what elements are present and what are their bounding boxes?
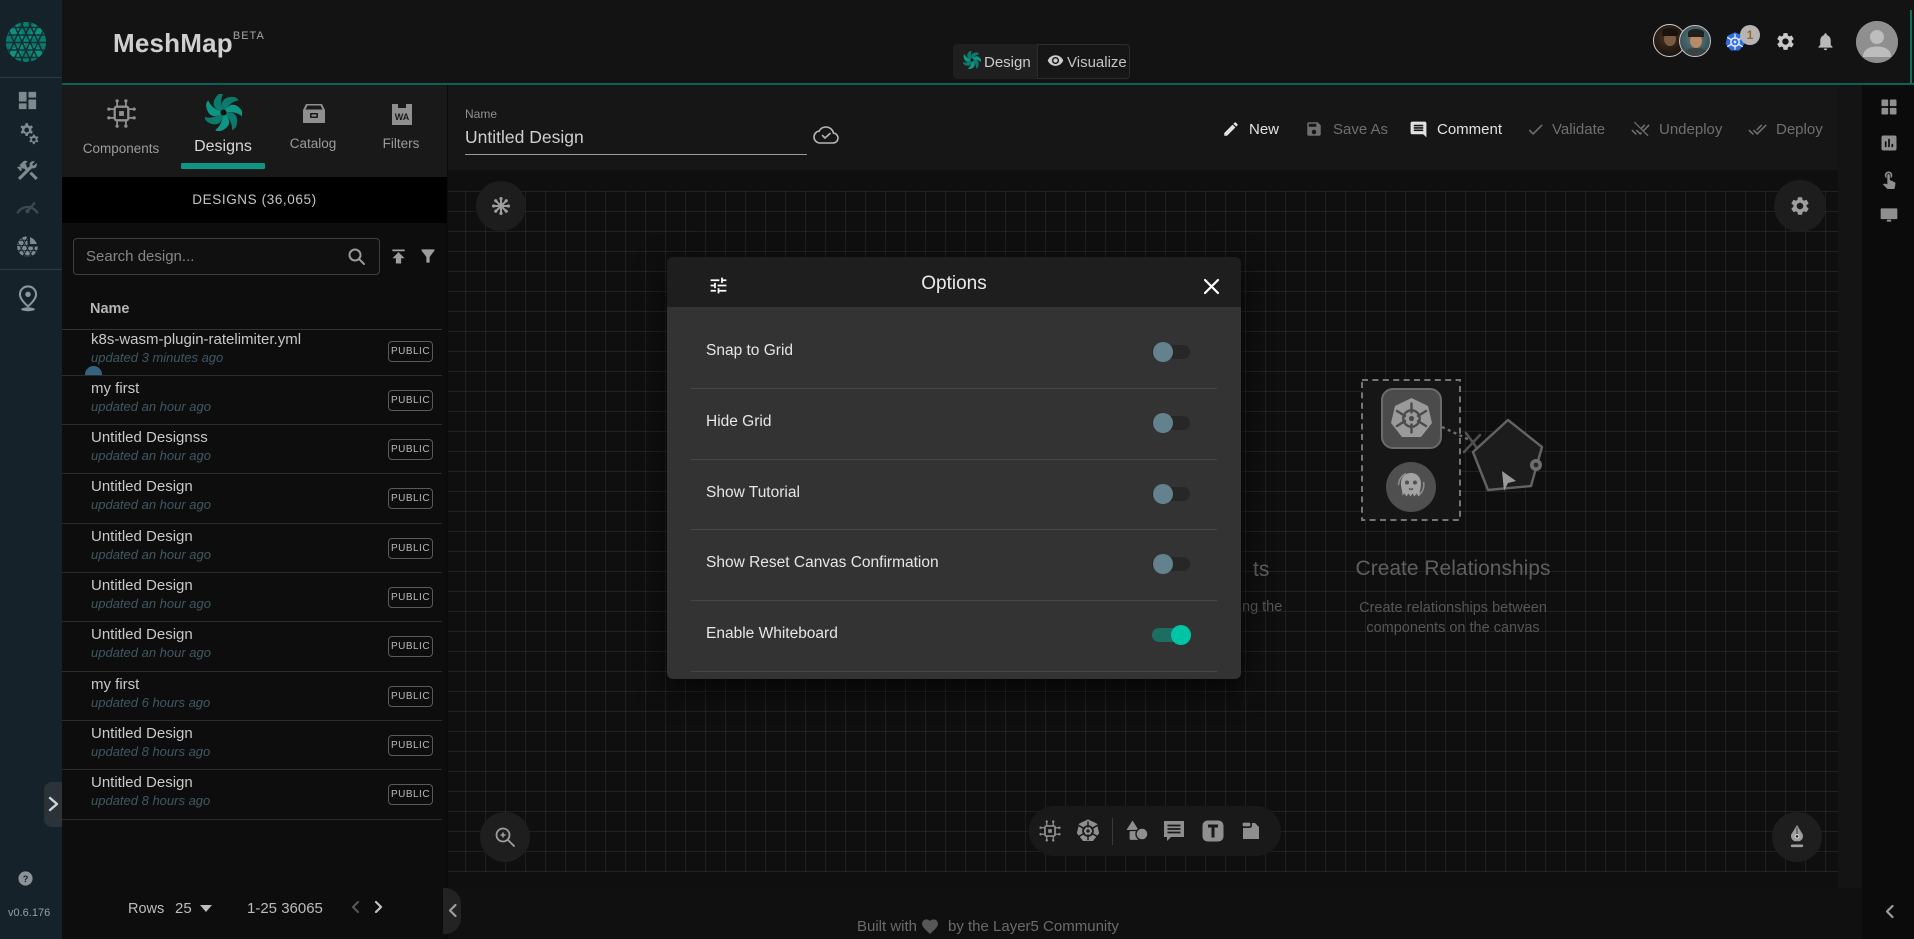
svg-text:?: ? [23, 874, 29, 884]
svg-text:WA: WA [395, 112, 410, 122]
